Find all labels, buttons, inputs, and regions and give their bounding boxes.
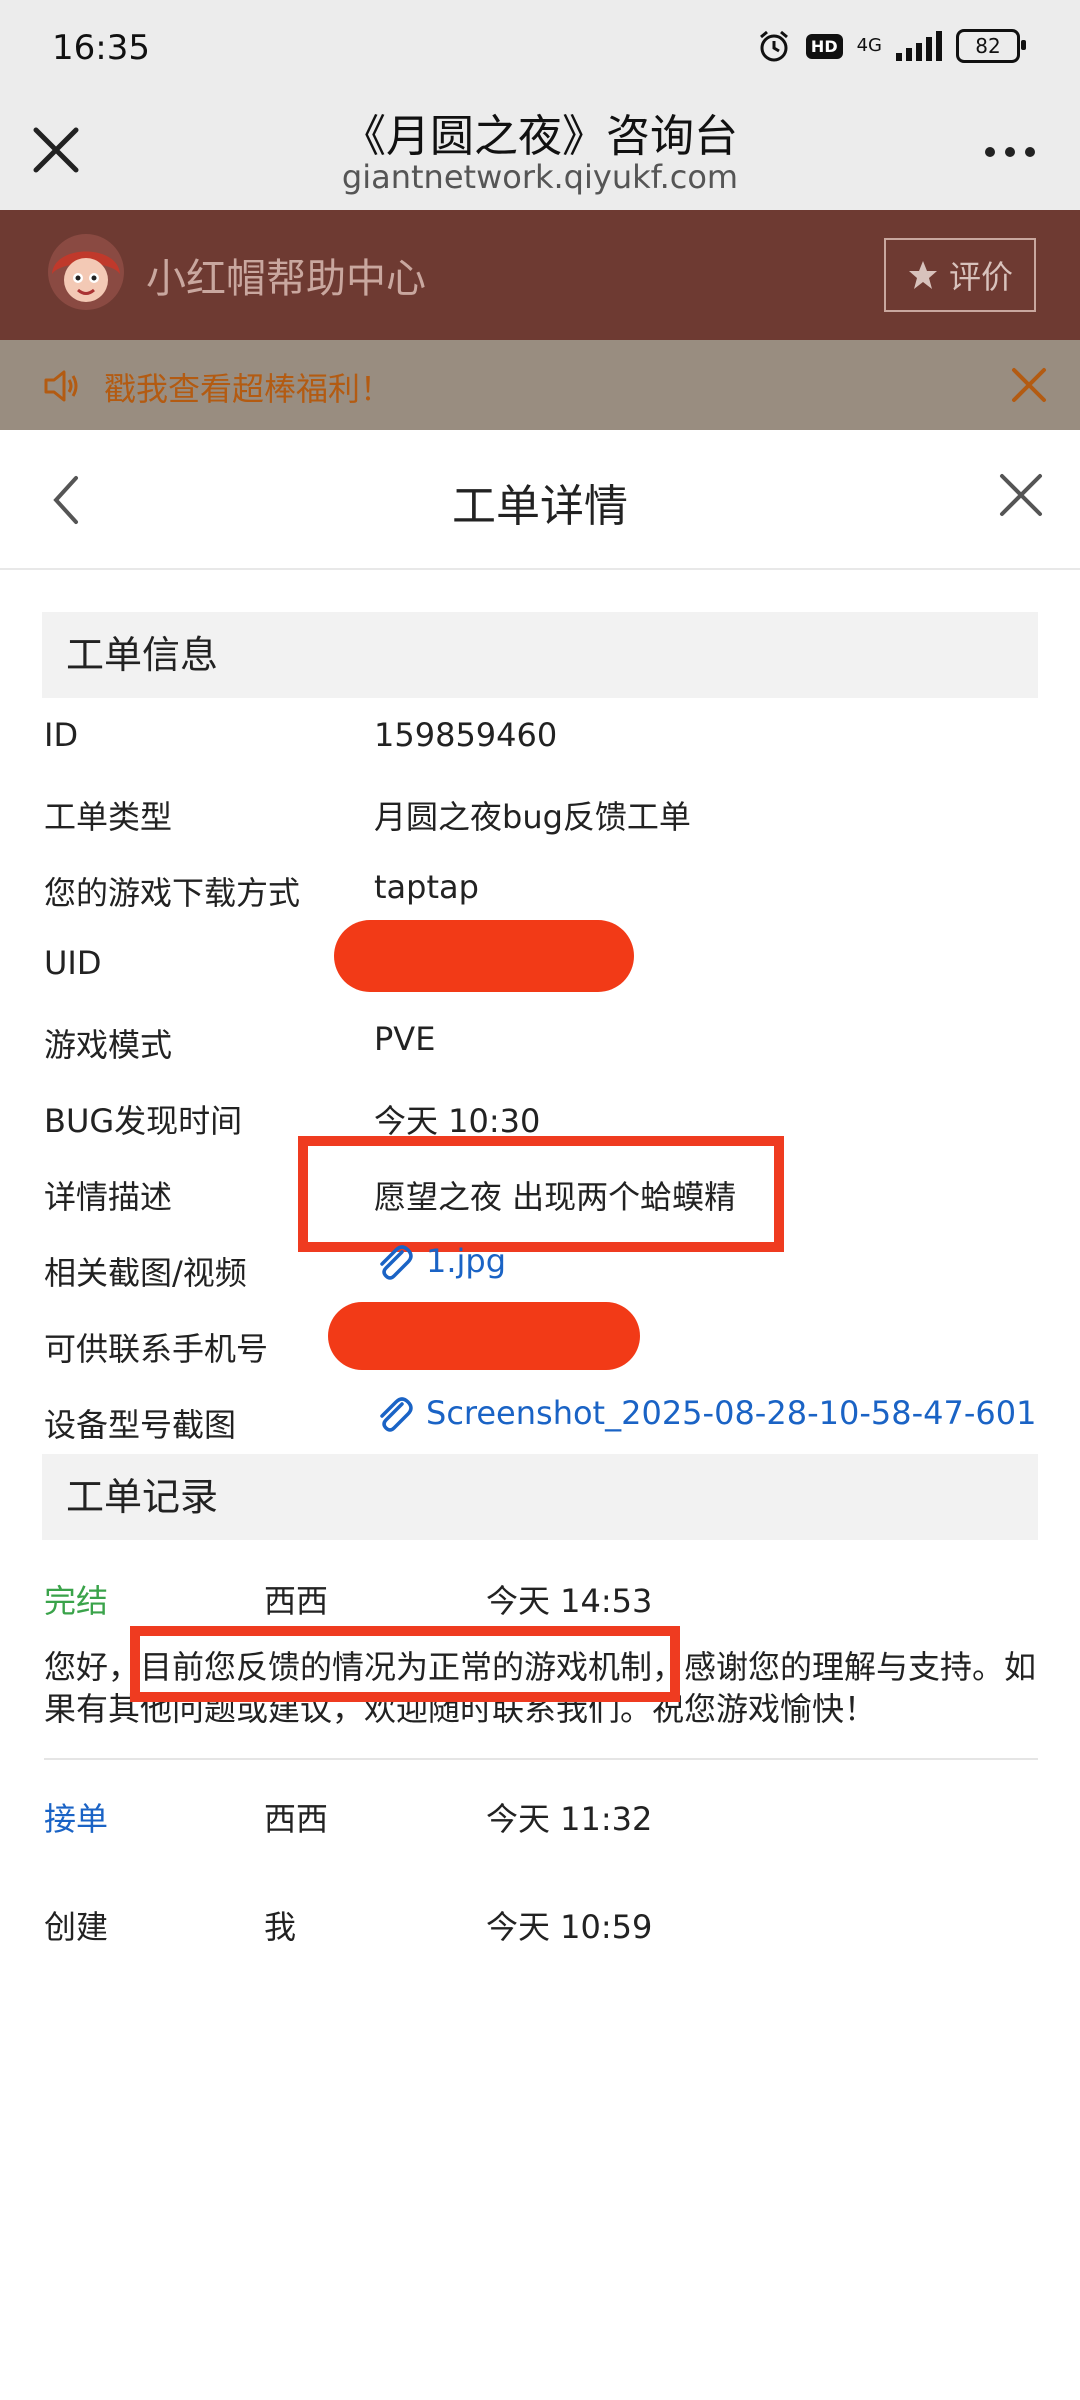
record-message-lead: 您好， <box>44 1648 141 1686</box>
attachment-link[interactable]: 1.jpg <box>374 1242 506 1284</box>
section-ticket-info: 工单信息 <box>42 612 1038 698</box>
info-label-id: ID <box>44 716 79 754</box>
device-screenshot-link[interactable]: Screenshot_2025-08-28-10-58-47-601_c... <box>374 1394 1034 1436</box>
annotation-box <box>130 1626 680 1702</box>
info-label-bug-time: BUG发现时间 <box>44 1102 243 1140</box>
network-type: 4G <box>856 35 882 56</box>
record-status-closed: 完结 <box>44 1582 109 1620</box>
star-icon <box>908 261 937 289</box>
sheet-header: 工单详情 <box>0 430 1080 570</box>
record-status-created: 创建 <box>44 1908 109 1946</box>
promo-notice[interactable]: 戳我查看超棒福利！ <box>0 340 1080 430</box>
close-icon[interactable] <box>996 470 1046 520</box>
paperclip-icon <box>380 1397 413 1432</box>
ticket-detail-sheet: 工单详情 工单信息 ID 159859460 工单类型 月圆之夜bug反馈工单 … <box>0 430 1080 2400</box>
device-screenshot-name: Screenshot_2025-08-28-10-58-47-601_c... <box>426 1394 1034 1432</box>
signal-icon <box>896 31 942 61</box>
info-label-download: 您的游戏下载方式 <box>44 874 301 912</box>
info-label-description: 详情描述 <box>44 1178 173 1216</box>
status-bar: 16:35 HD 4G 82 <box>0 0 1080 100</box>
info-value-download: taptap <box>374 868 479 906</box>
record-handler: 我 <box>264 1908 297 1946</box>
record-status-accepted: 接单 <box>44 1800 109 1838</box>
battery-level: 82 <box>975 34 1001 58</box>
record-time: 今天 10:59 <box>486 1908 653 1946</box>
info-label-attachment: 相关截图/视频 <box>44 1254 247 1292</box>
record-time: 今天 11:32 <box>486 1800 653 1838</box>
page-url: giantnetwork.qiyukf.com <box>341 158 739 196</box>
more-icon[interactable] <box>980 132 1040 172</box>
attachment-name: 1.jpg <box>426 1242 507 1280</box>
speaker-icon <box>44 370 78 402</box>
info-label-phone: 可供联系手机号 <box>44 1330 269 1368</box>
redaction-mark <box>328 1302 640 1370</box>
hd-badge: HD <box>805 33 843 59</box>
rate-label: 评价 <box>948 258 1013 296</box>
brand-logo <box>48 234 124 310</box>
brand-header: 小红帽帮助中心 评价 <box>0 210 1080 340</box>
alarm-icon <box>759 30 788 62</box>
section-ticket-records: 工单记录 <box>42 1454 1038 1540</box>
sheet-title: 工单详情 <box>452 481 628 532</box>
record-time: 今天 14:53 <box>486 1582 653 1620</box>
info-label-device: 设备型号截图 <box>44 1406 237 1444</box>
info-value-id: 159859460 <box>374 716 558 754</box>
status-icons: HD 4G 82 <box>756 28 1026 64</box>
info-value-mode: PVE <box>374 1020 436 1058</box>
divider <box>44 1758 1038 1760</box>
browser-titlebar: 《月圆之夜》咨询台 giantnetwork.qiyukf.com <box>0 100 1080 210</box>
close-icon[interactable] <box>1006 362 1052 408</box>
info-label-mode: 游戏模式 <box>44 1026 173 1064</box>
status-time: 16:35 <box>52 28 150 68</box>
notice-text: 戳我查看超棒福利！ <box>104 370 393 408</box>
rate-button[interactable]: 评价 <box>884 238 1036 312</box>
paperclip-icon <box>380 1245 413 1280</box>
record-handler: 西西 <box>264 1582 329 1620</box>
record-handler: 西西 <box>264 1800 329 1838</box>
brand-name: 小红帽帮助中心 <box>146 256 426 302</box>
info-value-type: 月圆之夜bug反馈工单 <box>374 798 691 836</box>
info-label-uid: UID <box>44 944 102 982</box>
redaction-mark <box>334 920 634 992</box>
info-label-type: 工单类型 <box>44 798 173 836</box>
annotation-box <box>298 1136 784 1252</box>
page-title: 《月圆之夜》咨询台 <box>342 111 738 162</box>
battery-icon: 82 <box>956 29 1026 63</box>
